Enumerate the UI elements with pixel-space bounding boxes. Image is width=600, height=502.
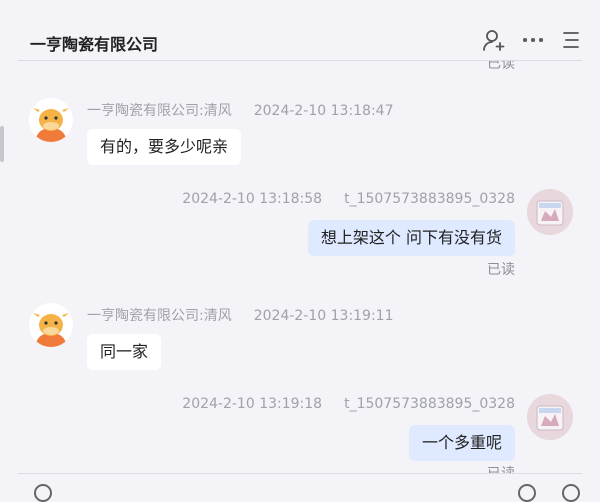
sender-name: t_1507573883895_0328 [344, 396, 515, 412]
sender-name: 一亨陶瓷有限公司:清风 [87, 103, 232, 119]
read-status: 已读 [487, 262, 515, 278]
avatar[interactable] [29, 303, 73, 347]
avatar[interactable] [527, 394, 573, 440]
more-icon[interactable] [521, 28, 545, 52]
sender-name: t_1507573883895_0328 [344, 191, 515, 207]
avatar[interactable] [527, 189, 573, 235]
message-meta: 2024-2-10 13:19:18 t_1507573883895_0328 [182, 396, 515, 412]
toolbar-icon[interactable] [518, 484, 536, 502]
read-status: 已读 [487, 463, 515, 473]
page-title: 一亨陶瓷有限公司 [30, 35, 159, 54]
message-bubble[interactable]: 一个多重呢 [408, 425, 515, 461]
chat-header: 一亨陶瓷有限公司 [18, 0, 582, 61]
message-meta: 一亨陶瓷有限公司:清风 2024-2-10 13:19:11 [87, 305, 394, 325]
message-bubble[interactable]: 有的，要多少呢亲 [87, 129, 242, 165]
sender-name: 一亨陶瓷有限公司:清风 [87, 308, 232, 324]
emoji-icon[interactable] [34, 484, 52, 502]
input-divider [18, 473, 582, 474]
message-list[interactable]: 已读 一亨陶瓷有限公司:清风 2024-2-10 13:18:47 有的，要多少呢… [0, 61, 600, 473]
timestamp: 2024-2-10 13:18:47 [253, 103, 394, 119]
toolbar-icon[interactable] [562, 484, 580, 502]
message-bubble[interactable]: 同一家 [87, 334, 162, 370]
read-status: 已读 [487, 61, 515, 72]
timestamp: 2024-2-10 13:18:58 [182, 191, 323, 207]
message-meta: 一亨陶瓷有限公司:清风 2024-2-10 13:18:47 [87, 100, 394, 120]
avatar[interactable] [29, 98, 73, 142]
timestamp: 2024-2-10 13:19:11 [253, 308, 394, 324]
add-user-icon[interactable] [482, 28, 506, 52]
timestamp: 2024-2-10 13:19:18 [182, 396, 323, 412]
message-bubble[interactable]: 想上架这个 问下有没有货 [307, 220, 515, 256]
message-meta: 2024-2-10 13:18:58 t_1507573883895_0328 [182, 191, 515, 207]
menu-icon[interactable] [558, 28, 582, 52]
